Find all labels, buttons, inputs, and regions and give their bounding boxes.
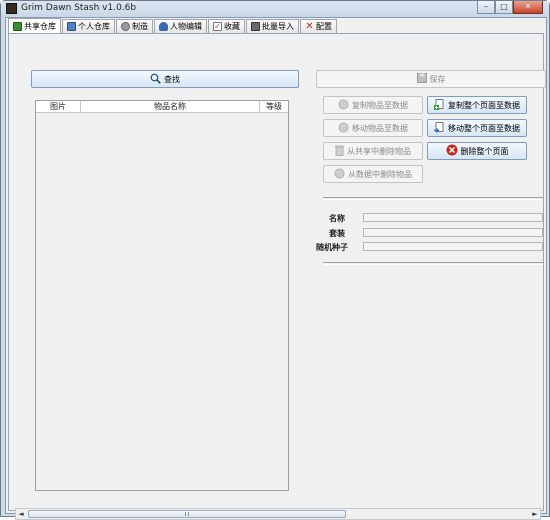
trash-icon (335, 145, 344, 158)
tab-personal-stash[interactable]: 个人仓库 (62, 19, 115, 33)
save-button-label: 保存 (429, 74, 446, 84)
add-page-icon (434, 98, 445, 112)
column-header-item-name[interactable]: 物品名称 (81, 101, 260, 113)
magnifier-icon (150, 73, 161, 86)
action-label: 删除整个页面 (460, 146, 509, 156)
delete-page-button[interactable]: 删除整个页面 (427, 142, 527, 160)
scroll-left-arrow[interactable]: ◄ (16, 509, 26, 519)
gear-icon (121, 22, 130, 31)
client-area: 共享仓库 个人仓库 制造 人物编辑 ✓ 收藏 批量导入 ✕ 配置 查找 图片 物… (5, 17, 547, 520)
chest-icon (13, 21, 22, 31)
tab-label: 收藏 (224, 22, 240, 31)
seed-label: 随机种子 (316, 243, 348, 252)
action-label: 移动物品至数据 (352, 123, 408, 133)
set-field[interactable] (363, 228, 543, 237)
item-table-header: 图片 物品名称 等级 (36, 101, 288, 113)
name-field[interactable] (363, 213, 543, 222)
minimize-button[interactable]: – (477, 1, 495, 14)
move-page-icon (434, 121, 445, 135)
name-label: 名称 (329, 214, 345, 223)
tab-shared-stash[interactable]: 共享仓库 (8, 18, 61, 33)
close-button[interactable]: ✕ (513, 1, 543, 14)
item-table[interactable]: 图片 物品名称 等级 (35, 100, 289, 491)
action-label: 复制整个页面至数据 (448, 100, 520, 110)
set-label: 套装 (329, 229, 345, 238)
horizontal-scrollbar[interactable]: ◄ ► (15, 508, 541, 520)
tab-collection[interactable]: ✓ 收藏 (208, 19, 245, 33)
item-icon (334, 168, 345, 181)
people-icon (159, 22, 168, 31)
floppy-icon (416, 73, 427, 85)
action-label: 从共享中删除物品 (347, 146, 411, 156)
personal-chest-icon (67, 22, 76, 31)
save-button[interactable]: 保存 (316, 70, 546, 88)
action-label: 从数据中删除物品 (348, 169, 412, 179)
search-button-label: 查找 (164, 74, 180, 84)
tab-label: 共享仓库 (24, 21, 56, 31)
scroll-right-arrow[interactable]: ► (530, 509, 540, 519)
tab-label: 制造 (132, 22, 148, 31)
action-label: 复制物品至数据 (352, 100, 408, 110)
app-icon (6, 3, 17, 14)
separator (323, 262, 543, 265)
tools-icon: ✕ (305, 21, 314, 32)
maximize-button[interactable]: □ (495, 1, 513, 14)
app-window: Grim Dawn Stash v1.0.6b – □ ✕ 共享仓库 个人仓库 … (0, 0, 550, 520)
copy-item-to-db-button[interactable]: 复制物品至数据 (323, 96, 423, 114)
tab-label: 批量导入 (262, 22, 294, 31)
tab-config[interactable]: ✕ 配置 (300, 19, 337, 33)
tab-character-edit[interactable]: 人物编辑 (154, 19, 207, 33)
window-controls: – □ ✕ (477, 1, 543, 14)
column-header-level[interactable]: 等级 (260, 101, 288, 113)
tab-crafting[interactable]: 制造 (116, 19, 153, 33)
tab-strip: 共享仓库 个人仓库 制造 人物编辑 ✓ 收藏 批量导入 ✕ 配置 (8, 18, 338, 33)
import-icon (251, 22, 260, 31)
checkbox-icon: ✓ (213, 22, 222, 31)
title-bar[interactable]: Grim Dawn Stash v1.0.6b – □ ✕ (1, 1, 549, 17)
delete-icon (446, 144, 458, 158)
column-header-image[interactable]: 图片 (36, 101, 81, 113)
copy-page-to-db-button[interactable]: 复制整个页面至数据 (427, 96, 527, 114)
tab-panel-shared-stash: 查找 图片 物品名称 等级 保存 复制物品至数据 移动物品至数据 从共享中删除物… (8, 33, 546, 520)
search-button[interactable]: 查找 (31, 70, 299, 88)
tab-label: 个人仓库 (78, 22, 110, 31)
move-item-to-db-button[interactable]: 移动物品至数据 (323, 119, 423, 137)
separator (323, 197, 543, 200)
scroll-grip-icon (185, 512, 189, 516)
tab-label: 配置 (316, 22, 332, 31)
item-icon (338, 99, 349, 112)
action-label: 移动整个页面至数据 (448, 123, 520, 133)
seed-field[interactable] (363, 242, 543, 251)
move-page-to-db-button[interactable]: 移动整个页面至数据 (427, 119, 527, 137)
delete-item-from-db-button[interactable]: 从数据中删除物品 (323, 165, 423, 183)
tab-batch-import[interactable]: 批量导入 (246, 19, 299, 33)
tab-label: 人物编辑 (170, 22, 202, 31)
delete-item-from-shared-button[interactable]: 从共享中删除物品 (323, 142, 423, 160)
item-icon (338, 122, 349, 135)
window-title: Grim Dawn Stash v1.0.6b (21, 3, 137, 13)
